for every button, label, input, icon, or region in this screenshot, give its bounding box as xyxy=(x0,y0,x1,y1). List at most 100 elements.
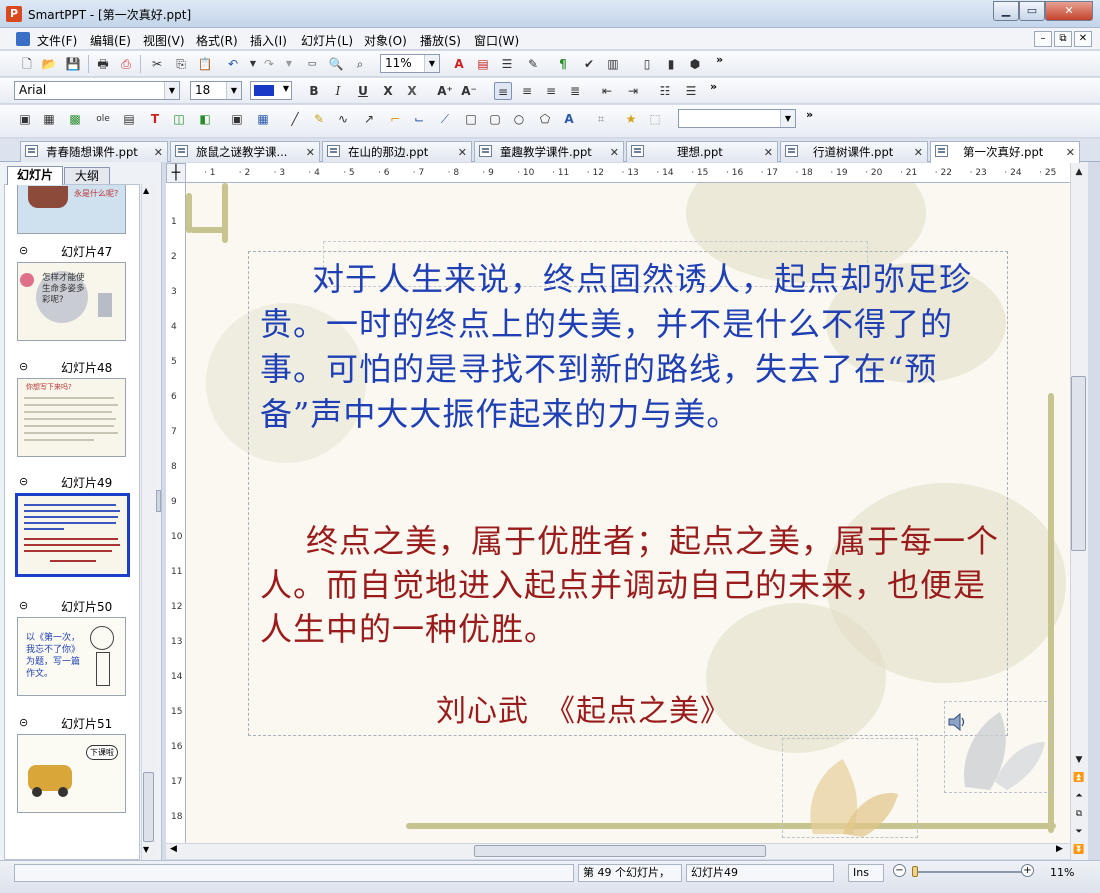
align-center-icon[interactable]: ≡ xyxy=(518,82,536,100)
shapes-icon[interactable]: ⬠ xyxy=(536,110,554,128)
thumbnail-scroll-thumb[interactable] xyxy=(143,772,154,842)
slide-thumbnail-49[interactable] xyxy=(15,493,130,577)
new-icon[interactable]: 🗋 xyxy=(18,55,36,73)
font-size-select[interactable]: 18 ▼ xyxy=(190,81,242,100)
spellcheck-icon[interactable]: ✔ xyxy=(580,55,598,73)
strikethrough-icon[interactable]: X xyxy=(379,82,397,100)
save-icon[interactable]: 💾 xyxy=(64,55,82,73)
picture-icon[interactable]: ▩ xyxy=(66,110,84,128)
paste-icon[interactable]: 📋 xyxy=(196,55,214,73)
vertical-scroll-thumb[interactable] xyxy=(1071,376,1086,551)
crop-icon[interactable]: ⌗ xyxy=(592,110,610,128)
insert-text-icon[interactable]: T xyxy=(146,110,164,128)
ruler-corner[interactable]: ┼ xyxy=(166,163,186,183)
close-icon[interactable]: ✕ xyxy=(154,143,163,162)
arrow-icon[interactable]: ↗ xyxy=(360,110,378,128)
rounded-rectangle-icon[interactable]: ▢ xyxy=(486,110,504,128)
underline-icon[interactable]: U xyxy=(354,82,372,100)
doc-minimize-button[interactable]: – xyxy=(1034,31,1052,47)
tab-tongqu[interactable]: 童趣教学课件.ppt ✕ xyxy=(474,141,624,162)
zoom-icon[interactable]: 🔍 xyxy=(327,55,345,73)
menu-view[interactable]: 视图(V) xyxy=(143,32,185,49)
curve-icon[interactable]: ∿ xyxy=(334,110,352,128)
scroll-up-icon[interactable]: ▲ xyxy=(1070,164,1088,180)
increase-indent-icon[interactable]: ⇥ xyxy=(624,82,642,100)
toolbar-overflow-icon[interactable]: » xyxy=(716,53,723,66)
close-button[interactable]: ✕ xyxy=(1045,1,1093,21)
format-painter-icon[interactable]: ✎ xyxy=(524,55,542,73)
slide-thumbnail-47[interactable]: 怎样才能使生命多姿多彩呢? xyxy=(17,262,126,341)
numbered-list-icon[interactable]: ☰ xyxy=(682,82,700,100)
close-icon[interactable]: ✕ xyxy=(306,143,315,162)
properties-icon[interactable]: ▮ xyxy=(662,55,680,73)
style-select[interactable]: ▼ xyxy=(678,109,796,128)
close-icon[interactable]: ✕ xyxy=(914,143,923,162)
text-box-icon[interactable]: ▣ xyxy=(16,110,34,128)
menu-format[interactable]: 格式(R) xyxy=(196,32,238,49)
table-icon[interactable]: ▦ xyxy=(40,110,58,128)
insert-mode[interactable]: Ins xyxy=(848,864,884,882)
close-icon[interactable]: ✕ xyxy=(610,143,619,162)
zoom-select[interactable]: 11% ▼ xyxy=(380,54,440,73)
text-color-icon[interactable]: A xyxy=(450,55,468,73)
copy-icon[interactable]: ⎘ xyxy=(172,55,190,73)
previous-slide-icon[interactable]: ⏶ xyxy=(1070,788,1088,804)
slide-canvas[interactable]: 对于人生来说，终点固然诱人，起点却弥足珍贵。一时的终点上的失美，并不是什么不得了… xyxy=(186,183,1070,843)
tab-lvshu[interactable]: 旅鼠之谜教学课... ✕ xyxy=(170,141,320,162)
menu-edit[interactable]: 编辑(E) xyxy=(90,32,131,49)
star-icon[interactable]: ★ xyxy=(622,110,640,128)
menu-play[interactable]: 播放(S) xyxy=(420,32,461,49)
scroll-down-icon[interactable]: ▼ xyxy=(143,845,149,854)
outline-icon[interactable]: ☰ xyxy=(498,55,516,73)
doc-close-button[interactable]: ✕ xyxy=(1074,31,1092,47)
panel-splitter[interactable] xyxy=(156,490,161,512)
undo-icon[interactable]: ↶ xyxy=(224,55,242,73)
minimize-button[interactable]: ▁ xyxy=(993,1,1019,21)
package-icon[interactable]: ⬢ xyxy=(686,55,704,73)
shrink-font-icon[interactable]: A⁻ xyxy=(460,82,478,100)
bold-icon[interactable]: B xyxy=(305,82,323,100)
ruler-icon[interactable]: ▭ xyxy=(303,55,321,73)
tab-lixiang[interactable]: 理想.ppt ✕ xyxy=(626,141,778,162)
justify-icon[interactable]: ≣ xyxy=(566,82,584,100)
zoom-slider[interactable] xyxy=(912,871,1022,873)
bullet-list-icon[interactable]: ☷ xyxy=(656,82,674,100)
font-name-select[interactable]: Arial ▼ xyxy=(14,81,180,100)
ungroup-icon[interactable]: ▦ xyxy=(254,110,272,128)
line-icon[interactable]: ╱ xyxy=(286,110,304,128)
toolbar-overflow-icon[interactable]: » xyxy=(806,108,813,121)
curved-connector-icon[interactable]: ⟋ xyxy=(436,110,454,128)
last-slide-icon[interactable]: ⏬ xyxy=(1070,842,1088,858)
toolbar-overflow-icon[interactable]: » xyxy=(710,80,717,93)
word-count-icon[interactable]: ▥ xyxy=(604,55,622,73)
tab-qingchun[interactable]: 青春随想课件.ppt ✕ xyxy=(20,141,168,162)
menu-window[interactable]: 窗口(W) xyxy=(474,32,519,49)
elbow-connector-icon[interactable]: ⌙ xyxy=(410,110,428,128)
speaker-icon[interactable] xyxy=(946,711,968,733)
slide-thumbnail-46[interactable]: 永是什么呢? xyxy=(17,185,126,234)
align-right-icon[interactable]: ≡ xyxy=(542,82,560,100)
open-icon[interactable]: 📂 xyxy=(40,55,58,73)
tab-outline[interactable]: 大纲 xyxy=(64,167,110,185)
new-slide-icon[interactable]: ⧉ xyxy=(1070,806,1088,822)
zoom-slider-thumb[interactable] xyxy=(912,866,918,877)
thumbnail-scrollbar[interactable] xyxy=(141,184,157,860)
tab-zaishan[interactable]: 在山的那边.ppt ✕ xyxy=(322,141,472,162)
menu-slide[interactable]: 幻灯片(L) xyxy=(301,32,353,49)
align-left-icon[interactable]: ≡ xyxy=(494,82,512,100)
slide-paragraph-1[interactable]: 对于人生来说，终点固然诱人，起点却弥足珍贵。一时的终点上的失美，并不是什么不得了… xyxy=(260,257,1000,437)
close-icon[interactable]: ✕ xyxy=(764,143,773,162)
effects-icon[interactable]: ⬚ xyxy=(646,110,664,128)
print-icon[interactable]: 🖶 xyxy=(94,55,112,73)
close-icon[interactable]: ✕ xyxy=(458,143,467,162)
vertical-ruler[interactable]: 1 2 3 4 5 6 7 8 9 10 11 12 13 14 15 16 17 18 xyxy=(166,183,186,843)
decrease-indent-icon[interactable]: ⇤ xyxy=(598,82,616,100)
insert-frame-icon[interactable]: ◧ xyxy=(196,110,214,128)
slide-thumbnail-51[interactable]: 下课啦 xyxy=(17,734,126,813)
grow-font-icon[interactable]: A⁺ xyxy=(436,82,454,100)
ellipse-icon[interactable]: ○ xyxy=(510,110,528,128)
scroll-down-icon[interactable]: ▼ xyxy=(1070,752,1088,768)
zoom-in-icon[interactable]: + xyxy=(1021,864,1034,877)
italic-icon[interactable]: I xyxy=(329,82,347,100)
group-icon[interactable]: ▣ xyxy=(228,110,246,128)
